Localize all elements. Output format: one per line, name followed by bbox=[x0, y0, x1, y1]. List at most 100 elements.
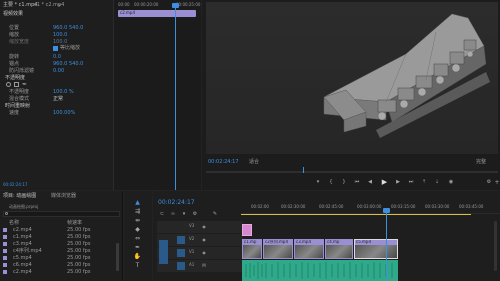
prop-value[interactable]: 960.0 bbox=[53, 26, 67, 31]
linked-selection-icon[interactable]: ∞ bbox=[170, 211, 176, 217]
program-fit-dropdown[interactable]: 适合 bbox=[249, 160, 259, 165]
snap-icon[interactable]: ⊂ bbox=[159, 211, 165, 217]
step-forward-icon[interactable]: ▶ bbox=[395, 179, 401, 185]
program-video-frame[interactable] bbox=[206, 2, 498, 154]
timeline-playhead-head[interactable] bbox=[383, 208, 390, 213]
track-header-v3[interactable] bbox=[157, 221, 243, 233]
program-resolution-dropdown[interactable]: 完整 bbox=[476, 160, 486, 165]
mute-icon[interactable]: M bbox=[201, 262, 207, 268]
out-point-icon[interactable]: } bbox=[341, 179, 347, 185]
export-frame-icon[interactable]: ◉ bbox=[448, 179, 454, 185]
mini-playhead[interactable] bbox=[175, 4, 176, 190]
project-scrollbar[interactable] bbox=[116, 243, 119, 271]
list-item[interactable]: c4序列.mp4 25.00 fps bbox=[3, 248, 115, 254]
timeline-playhead[interactable] bbox=[386, 210, 387, 281]
list-item-rate: 25.00 fps bbox=[67, 269, 91, 275]
track-select-icon[interactable]: ⇶ bbox=[134, 208, 141, 215]
track-header-v2[interactable] bbox=[157, 234, 243, 246]
section-time-remap: 时间重映射 bbox=[5, 103, 31, 109]
track-target-v2[interactable] bbox=[177, 236, 185, 244]
viewport-3d-render bbox=[206, 2, 498, 154]
list-item-name: c2.mp4 bbox=[13, 269, 32, 275]
track-header-a1[interactable] bbox=[157, 260, 243, 272]
effect-controls-dropdown-icon[interactable]: ▾ bbox=[58, 3, 62, 9]
prop-value[interactable]: 540.0 bbox=[69, 26, 83, 31]
search-icon bbox=[5, 212, 8, 215]
list-item[interactable]: c3.mp4 25.00 fps bbox=[3, 241, 115, 247]
razor-tool-icon[interactable]: ◆ bbox=[134, 226, 141, 233]
opacity-value[interactable]: 100.0 % bbox=[53, 90, 74, 95]
opacity-label: 不透明度 bbox=[9, 89, 30, 95]
marker-icon[interactable]: ▾ bbox=[315, 179, 321, 185]
list-item[interactable]: c1.mp4 25.00 fps bbox=[3, 234, 115, 240]
program-scrub-playhead[interactable] bbox=[303, 167, 304, 173]
selection-tool-icon[interactable]: ▲ bbox=[134, 199, 141, 206]
mask-pen-icon[interactable]: ✒ bbox=[22, 81, 27, 88]
mini-clip-bar[interactable]: c2.mp4 bbox=[118, 10, 196, 17]
list-item[interactable]: c2.mp4 25.00 fps bbox=[3, 269, 115, 275]
mask-ellipse-icon[interactable] bbox=[6, 82, 11, 87]
effect-controls-tab[interactable]: 主要 * c1.mp4 bbox=[3, 3, 37, 8]
step-back-icon[interactable]: ◀ bbox=[367, 179, 373, 185]
toggle-output-icon[interactable]: ◉ bbox=[201, 249, 207, 255]
list-item-name: c3.mp4 bbox=[13, 241, 32, 247]
tab-media-browser[interactable]: 媒体浏览器 bbox=[51, 194, 76, 199]
mask-rect-icon[interactable] bbox=[14, 82, 19, 87]
ripple-edit-icon[interactable]: ⇹ bbox=[134, 217, 141, 224]
timeline-vertical-scrollbar[interactable] bbox=[494, 221, 497, 271]
list-item[interactable]: c5.mp4 25.00 fps bbox=[3, 255, 115, 261]
audio-clip-a1[interactable] bbox=[242, 260, 398, 281]
slip-tool-icon[interactable]: ⇔ bbox=[134, 235, 141, 242]
track-target-v1[interactable] bbox=[177, 249, 185, 257]
program-timecode[interactable]: 00:02:24:17 bbox=[208, 160, 239, 165]
clip-thumbnail bbox=[295, 245, 323, 258]
add-marker-icon[interactable]: ▾ bbox=[181, 211, 187, 217]
program-scrub-bar[interactable] bbox=[206, 171, 498, 173]
pen-tool-icon[interactable]: ✒ bbox=[134, 244, 141, 251]
prop-value[interactable]: 100.0 bbox=[53, 33, 67, 38]
mini-playhead-head[interactable] bbox=[172, 3, 179, 8]
clip-thumbnail bbox=[326, 245, 352, 258]
blend-mode-dropdown[interactable]: 正常 bbox=[53, 97, 63, 102]
extract-icon[interactable]: ⇣ bbox=[434, 179, 440, 185]
list-item[interactable]: c2.mp4 25.00 fps bbox=[3, 227, 115, 233]
prop-value[interactable]: 0.0 bbox=[53, 55, 61, 60]
column-name-header[interactable]: 名称 bbox=[9, 221, 19, 226]
video-clip[interactable]: c3.mp4 bbox=[294, 239, 324, 259]
section-video-effects: 视频效果 bbox=[3, 11, 24, 17]
uniform-scale-checkbox[interactable] bbox=[53, 46, 58, 51]
type-tool-icon[interactable]: T bbox=[134, 262, 141, 269]
clip-pink[interactable] bbox=[242, 224, 252, 236]
video-clip[interactable]: c2序列.mp4 bbox=[263, 239, 293, 259]
add-button-icon[interactable]: + bbox=[494, 179, 500, 186]
clip-label: c4.mp bbox=[327, 239, 340, 244]
toggle-output-icon[interactable]: ◉ bbox=[201, 236, 207, 242]
track-header-v1[interactable] bbox=[157, 247, 243, 259]
source-patch-v1[interactable] bbox=[159, 240, 168, 264]
go-to-out-icon[interactable]: ⏭ bbox=[408, 179, 414, 185]
timeline-settings-icon[interactable]: ⚙ bbox=[192, 211, 198, 217]
list-item[interactable]: c6.mp4 25.00 fps bbox=[3, 262, 115, 268]
lift-icon[interactable]: ⇡ bbox=[421, 179, 427, 185]
prop-value[interactable]: 540.0 bbox=[69, 62, 83, 67]
wrench-icon[interactable]: ✎ bbox=[212, 211, 218, 217]
speed-value[interactable]: 100.00% bbox=[53, 111, 75, 116]
effect-controls-timecode[interactable]: 00:02:24:17 bbox=[3, 183, 27, 187]
play-icon[interactable]: ▶ bbox=[381, 178, 388, 186]
column-rate-header[interactable]: 帧速率 bbox=[67, 221, 82, 226]
work-area-bar[interactable] bbox=[241, 214, 471, 215]
timeline-timecode[interactable]: 00:02:24:17 bbox=[158, 200, 195, 206]
go-to-in-icon[interactable]: ⏮ bbox=[354, 179, 360, 185]
in-point-icon[interactable]: { bbox=[328, 179, 334, 185]
video-clip[interactable]: c1.mp bbox=[242, 239, 262, 259]
prop-value[interactable]: 0.00 bbox=[53, 69, 64, 74]
tab-project[interactable]: 项目: 动画绘图 bbox=[3, 194, 36, 199]
prop-value[interactable]: 960.0 bbox=[53, 62, 67, 67]
track-target-a1[interactable] bbox=[177, 262, 185, 270]
hand-tool-icon[interactable]: ✋ bbox=[134, 253, 141, 260]
video-clip[interactable]: c4.mp bbox=[325, 239, 353, 259]
video-clip[interactable]: c5.mp4 bbox=[354, 239, 398, 259]
toggle-output-icon[interactable]: ◉ bbox=[201, 223, 207, 229]
settings-wrench-icon[interactable]: ⚙ bbox=[486, 179, 492, 185]
search-input[interactable] bbox=[3, 211, 120, 217]
